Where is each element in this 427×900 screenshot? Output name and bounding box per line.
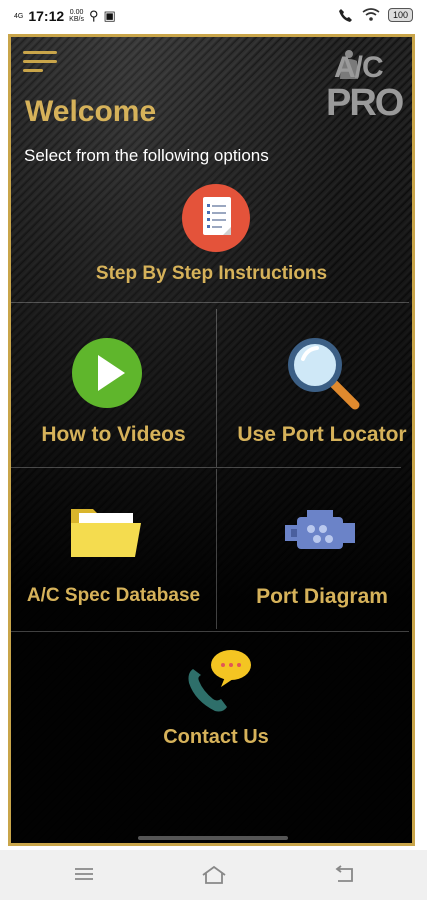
status-bar: 4G 17:12 0.00 KB/s ⚲ ▣ 100 bbox=[0, 0, 427, 34]
phone-wifi-call-icon bbox=[338, 9, 352, 22]
network-speed: 0.00 KB/s bbox=[69, 9, 84, 23]
contact-us-label: Contact Us bbox=[163, 726, 269, 748]
step-by-step-tile[interactable]: Step By Step Instructions bbox=[11, 179, 412, 299]
checklist-document-icon bbox=[182, 184, 250, 252]
how-to-videos-tile[interactable]: How to Videos bbox=[11, 307, 216, 467]
divider bbox=[11, 302, 409, 303]
port-diagram-label: Port Diagram bbox=[256, 585, 388, 608]
play-icon bbox=[72, 338, 142, 408]
home-icon[interactable] bbox=[200, 864, 228, 886]
use-port-locator-label: Use Port Locator bbox=[237, 423, 407, 446]
network-speed-value: 0.00 bbox=[69, 9, 84, 16]
usb-icon: ⚲ bbox=[88, 8, 99, 23]
logo-pro-text: PRO bbox=[326, 82, 404, 124]
app-screen: A/C PRO Welcome Select from the followin… bbox=[8, 34, 415, 846]
magnifier-icon bbox=[288, 338, 360, 410]
contact-us-tile[interactable]: Contact Us bbox=[111, 642, 311, 752]
ac-spec-database-tile[interactable]: A/C Spec Database bbox=[11, 469, 216, 629]
use-port-locator-tile[interactable]: Use Port Locator bbox=[217, 307, 412, 467]
ac-pro-logo: A/C PRO bbox=[324, 49, 404, 129]
welcome-title: Welcome bbox=[25, 95, 157, 128]
how-to-videos-label: How to Videos bbox=[41, 423, 186, 446]
battery-indicator: 100 bbox=[387, 8, 413, 22]
back-icon[interactable] bbox=[332, 865, 356, 885]
divider bbox=[11, 467, 401, 468]
engine-icon bbox=[285, 510, 355, 549]
menu-icon[interactable] bbox=[73, 866, 95, 882]
divider bbox=[11, 631, 409, 632]
phone-chat-icon bbox=[188, 650, 251, 712]
logo-ac-text: A/C bbox=[334, 51, 384, 84]
network-speed-unit: KB/s bbox=[69, 16, 84, 23]
clock: 17:12 bbox=[28, 8, 65, 24]
gallery-icon: ▣ bbox=[103, 8, 116, 23]
folder-icon bbox=[71, 509, 141, 557]
step-by-step-label: Step By Step Instructions bbox=[95, 263, 328, 284]
welcome-subtitle: Select from the following options bbox=[24, 146, 269, 165]
system-nav-bar bbox=[0, 850, 427, 900]
ac-spec-database-label: A/C Spec Database bbox=[26, 585, 201, 606]
hamburger-menu-button[interactable] bbox=[23, 49, 57, 75]
home-indicator bbox=[138, 836, 288, 840]
network-indicator: 4G bbox=[14, 12, 24, 20]
port-diagram-tile[interactable]: Port Diagram bbox=[217, 469, 412, 629]
wifi-icon bbox=[362, 8, 380, 21]
